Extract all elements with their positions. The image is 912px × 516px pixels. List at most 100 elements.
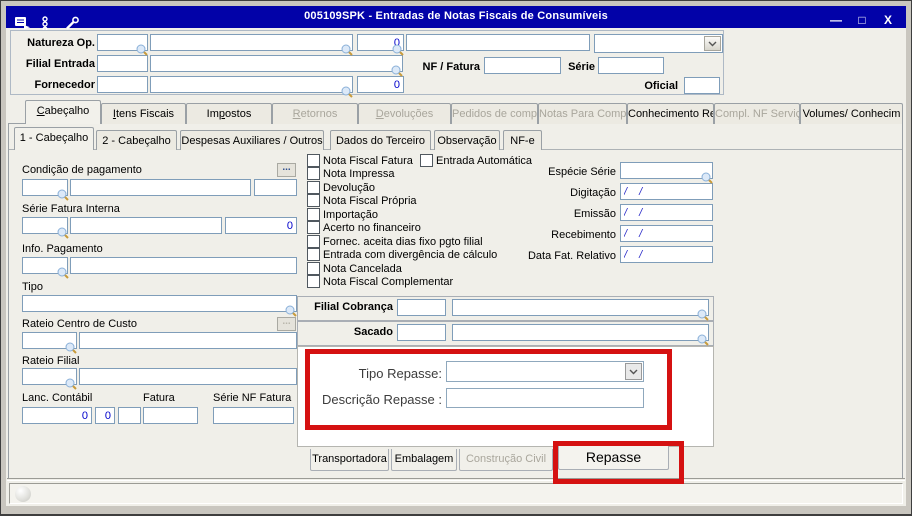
magnifier-icon[interactable] bbox=[391, 64, 403, 82]
lanc-contabil-input-2[interactable] bbox=[95, 407, 115, 424]
magnifier-icon[interactable] bbox=[65, 341, 77, 359]
bottom-tab-transportadora[interactable]: Transportadora bbox=[310, 449, 389, 471]
highlight-box-repasse-fields bbox=[305, 349, 672, 430]
serie-input[interactable] bbox=[598, 57, 664, 74]
condicao-pagamento-desc-input[interactable] bbox=[70, 179, 251, 196]
natureza-combobox[interactable] bbox=[594, 34, 723, 53]
magnifier-icon[interactable] bbox=[136, 43, 148, 61]
bottom-tab-embalagem[interactable]: Embalagem bbox=[391, 449, 457, 471]
emissao-label: Emissão bbox=[573, 208, 616, 220]
rateio-centro-custo-desc-input[interactable] bbox=[79, 332, 297, 349]
lanc-contabil-label: Lanc. Contábil bbox=[22, 392, 93, 404]
condicao-pagamento-label: Condição de pagamento bbox=[22, 164, 142, 176]
window-title: 005109SPK - Entradas de Notas Fiscais de… bbox=[304, 10, 608, 22]
subtab-despesas-auxiliares[interactable]: Despesas Auxiliares / Outros bbox=[180, 130, 324, 150]
fornecedor-label: Fornecedor bbox=[34, 79, 95, 91]
bottom-tab-repasse[interactable]: Repasse bbox=[558, 446, 669, 470]
emissao-date-input[interactable] bbox=[620, 204, 713, 221]
checkbox-nota-fiscal-propria[interactable] bbox=[307, 194, 320, 207]
checkbox-label: Fornec. aceita dias fixo pgto filial bbox=[323, 236, 483, 248]
digitacao-label: Digitação bbox=[570, 187, 616, 199]
magnifier-icon[interactable] bbox=[57, 226, 69, 244]
tipo-label: Tipo bbox=[22, 281, 43, 293]
checkbox-nota-cancelada[interactable] bbox=[307, 262, 320, 275]
status-ball-icon bbox=[15, 486, 31, 502]
especie-serie-label: Espécie Série bbox=[548, 166, 616, 178]
fatura-input[interactable] bbox=[143, 407, 198, 424]
tab-pedidos-de-compra: Pedidos de compr bbox=[451, 103, 538, 124]
tab-conhecimento[interactable]: Conhecimento Re bbox=[627, 103, 714, 124]
tab-itens-fiscais[interactable]: Itens Fiscais bbox=[101, 103, 186, 124]
checkbox-nota-fiscal-fatura[interactable] bbox=[307, 154, 320, 167]
checkbox-label: Nota Cancelada bbox=[323, 263, 402, 275]
magnifier-icon[interactable] bbox=[701, 171, 713, 189]
bottom-tab-construcao-civil: Construção Civil bbox=[459, 449, 553, 471]
sacado-desc-input[interactable] bbox=[452, 324, 709, 341]
checkbox-label: Nota Fiscal Complementar bbox=[323, 276, 454, 288]
natureza-extra-input[interactable] bbox=[406, 34, 590, 51]
dropdown-button[interactable] bbox=[704, 36, 721, 51]
natureza-desc-input[interactable] bbox=[150, 34, 353, 51]
maximize-button[interactable]: □ bbox=[852, 14, 872, 29]
minimize-button[interactable]: — bbox=[826, 14, 846, 29]
filial-cobranca-code-input[interactable] bbox=[397, 299, 446, 316]
serie-label: Série bbox=[568, 61, 595, 73]
checkbox-fornec-dias-fixo[interactable] bbox=[307, 235, 320, 248]
subtab-1-cabecalho[interactable]: 1 - Cabeçalho bbox=[14, 127, 94, 150]
data-fat-relativo-date-input[interactable] bbox=[620, 246, 713, 263]
app-window: 005109SPK - Entradas de Notas Fiscais de… bbox=[0, 0, 912, 516]
magnifier-icon[interactable] bbox=[392, 43, 404, 61]
sacado-code-input[interactable] bbox=[397, 324, 446, 341]
condicao-pagamento-dots-button[interactable]: ... bbox=[277, 163, 296, 177]
tab-impostos[interactable]: Impostos bbox=[186, 103, 272, 124]
subtab-dados-do-terceiro[interactable]: Dados do Terceiro bbox=[330, 130, 431, 150]
info-pagamento-desc-input[interactable] bbox=[70, 257, 297, 274]
subtab-2-cabecalho[interactable]: 2 - Cabeçalho bbox=[96, 130, 177, 150]
magnifier-icon[interactable] bbox=[697, 333, 709, 351]
info-pagamento-label: Info. Pagamento bbox=[22, 243, 103, 255]
fatura-label: Fatura bbox=[143, 392, 175, 404]
tab-devolucoes: Devoluções bbox=[358, 103, 451, 124]
subtab-nfe[interactable]: NF-e bbox=[503, 130, 542, 150]
checkbox-label: Nota Fiscal Própria bbox=[323, 195, 417, 207]
magnifier-icon[interactable] bbox=[285, 304, 297, 322]
rateio-filial-desc-input[interactable] bbox=[79, 368, 297, 385]
filial-desc-input[interactable] bbox=[150, 55, 403, 72]
magnifier-icon[interactable] bbox=[65, 377, 77, 395]
checkbox-label: Nota Impressa bbox=[323, 168, 395, 180]
checkbox-acerto-financeiro[interactable] bbox=[307, 221, 320, 234]
digitacao-date-input[interactable] bbox=[620, 183, 713, 200]
subtab-observacao[interactable]: Observação bbox=[434, 130, 500, 150]
status-groove bbox=[7, 478, 905, 481]
natureza-op-label: Natureza Op. bbox=[27, 37, 95, 49]
tipo-input[interactable] bbox=[22, 295, 297, 312]
magnifier-icon[interactable] bbox=[697, 308, 709, 326]
tab-volumes-conhecimento[interactable]: Volumes/ Conhecim bbox=[800, 103, 903, 124]
nf-fatura-label: NF / Fatura bbox=[422, 61, 480, 73]
checkbox-nota-fiscal-complementar[interactable] bbox=[307, 275, 320, 288]
tab-compl-nf-servico: Compl. NF Serviç bbox=[714, 103, 800, 124]
filial-cobranca-desc-input[interactable] bbox=[452, 299, 709, 316]
checkbox-importacao[interactable] bbox=[307, 208, 320, 221]
especie-serie-input[interactable] bbox=[620, 162, 713, 179]
lanc-contabil-input-1[interactable] bbox=[22, 407, 92, 424]
lanc-contabil-input-3[interactable] bbox=[118, 407, 141, 424]
checkbox-entrada-automatica[interactable] bbox=[420, 154, 433, 167]
fornecedor-code-input[interactable] bbox=[97, 76, 148, 93]
serie-nf-fatura-input[interactable] bbox=[213, 407, 294, 424]
magnifier-icon[interactable] bbox=[341, 43, 353, 61]
checkbox-nota-impressa[interactable] bbox=[307, 167, 320, 180]
checkbox-divergencia-calculo[interactable] bbox=[307, 248, 320, 261]
recebimento-date-input[interactable] bbox=[620, 225, 713, 242]
magnifier-icon[interactable] bbox=[57, 188, 69, 206]
tab-cabecalho[interactable]: Cabeçalho bbox=[25, 100, 101, 124]
close-button[interactable]: X bbox=[878, 14, 898, 29]
serie-fatura-desc-input[interactable] bbox=[70, 217, 222, 234]
condicao-pagamento-extra-input[interactable] bbox=[254, 179, 297, 196]
fornecedor-desc-input[interactable] bbox=[150, 76, 353, 93]
oficial-input[interactable] bbox=[684, 77, 720, 94]
checkbox-devolucao[interactable] bbox=[307, 181, 320, 194]
magnifier-icon[interactable] bbox=[341, 85, 353, 103]
magnifier-icon[interactable] bbox=[57, 266, 69, 284]
serie-fatura-qty-input[interactable] bbox=[225, 217, 297, 234]
